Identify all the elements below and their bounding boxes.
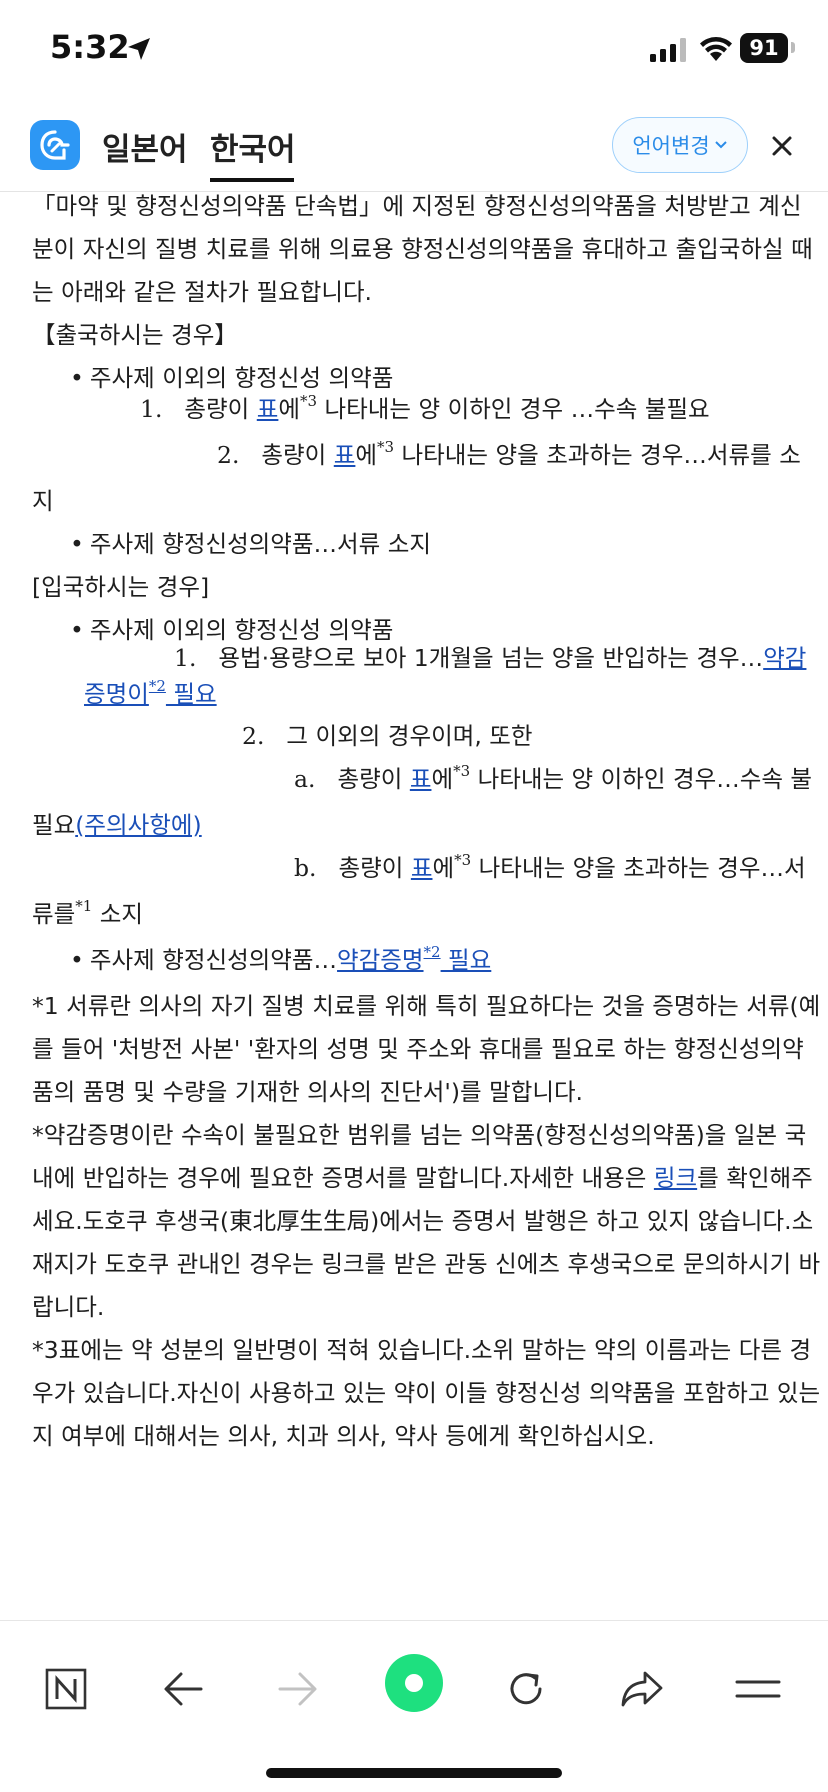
note-3: *3표에는 약 성분의 일반명이 적혀 있습니다.소위 말하는 약의 이름과는 …: [32, 1336, 821, 1450]
naver-n-icon[interactable]: [36, 1659, 96, 1719]
ent-item-a: a. 총량이 표에*3 나타내는 양 이하인 경우…수속 불필요(주의사항에): [32, 762, 813, 839]
ent-item-2: 2. 그 이외의 경우이며, 또한: [242, 722, 533, 750]
green-dot-icon[interactable]: [384, 1653, 444, 1713]
cellular-signal-icon: [650, 38, 686, 62]
location-arrow-icon: [128, 38, 150, 60]
note-1: *1 서류란 의사의 자기 질병 치료를 위해 특히 필요하다는 것을 증명하는…: [32, 992, 821, 1106]
language-change-label: 언어변경: [632, 134, 710, 158]
papago-logo-icon: [30, 120, 80, 170]
ent-bullet-2: 주사제 향정신성의약품…약감증명*2 필요: [32, 939, 822, 985]
wifi-icon: [700, 37, 732, 61]
status-time: 5:32: [50, 28, 130, 66]
tab-korean[interactable]: 한국어: [210, 124, 296, 169]
share-icon[interactable]: [612, 1659, 672, 1719]
table-link[interactable]: 표: [257, 395, 279, 423]
certificate-link[interactable]: 약감증명: [337, 946, 423, 974]
home-indicator: [266, 1768, 562, 1778]
status-bar: 5:32 91: [0, 0, 828, 100]
tab-japanese[interactable]: 일본어: [102, 124, 188, 169]
table-link[interactable]: 표: [334, 441, 356, 469]
entry-heading: [입국하시는 경우]: [32, 573, 210, 601]
close-icon[interactable]: [766, 130, 798, 162]
translator-header: 일본어 한국어 언어변경: [0, 100, 828, 192]
caution-link[interactable]: (주의사항에): [75, 811, 201, 839]
language-change-button[interactable]: 언어변경: [612, 117, 748, 173]
translated-content: 「마약 및 향정신성의약품 단속법」에 지정된 향정신성의약품을 처방받고 계신…: [32, 192, 822, 1620]
dep-bullet-2: 주사제 향정신성의약품…서류 소지: [32, 523, 822, 566]
departure-heading: 【출국하시는 경우】: [32, 321, 238, 349]
ent-item-b: b. 총량이 표에*3 나타내는 양을 초과하는 경우…서류를*1 소지: [32, 851, 806, 928]
back-arrow-icon[interactable]: [153, 1659, 213, 1719]
table-link[interactable]: 표: [411, 854, 433, 882]
battery-nub: [791, 42, 795, 53]
bottom-toolbar: [0, 1620, 828, 1792]
forward-arrow-icon[interactable]: [268, 1659, 328, 1719]
table-link[interactable]: 표: [410, 765, 432, 793]
battery-indicator: 91: [740, 33, 788, 63]
dep-item-2: 2. 총량이 표에*3 나타내는 양을 초과하는 경우…서류를 소지: [32, 438, 801, 515]
chevron-down-icon: [714, 141, 727, 149]
refresh-icon[interactable]: [496, 1659, 556, 1719]
dep-item-1: 1. 총량이 표에*3 나타내는 양 이하인 경우 …수속 불필요: [140, 392, 710, 423]
note-2: *약감증명이란 수속이 불필요한 범위를 넘는 의약품(향정신성의약품)을 일본…: [32, 1121, 821, 1321]
active-tab-underline: [210, 178, 294, 182]
intro-paragraph: 「마약 및 향정신성의약품 단속법」에 지정된 향정신성의약품을 처방받고 계신…: [32, 192, 813, 306]
details-link[interactable]: 링크: [654, 1164, 697, 1192]
menu-icon[interactable]: [728, 1659, 788, 1719]
